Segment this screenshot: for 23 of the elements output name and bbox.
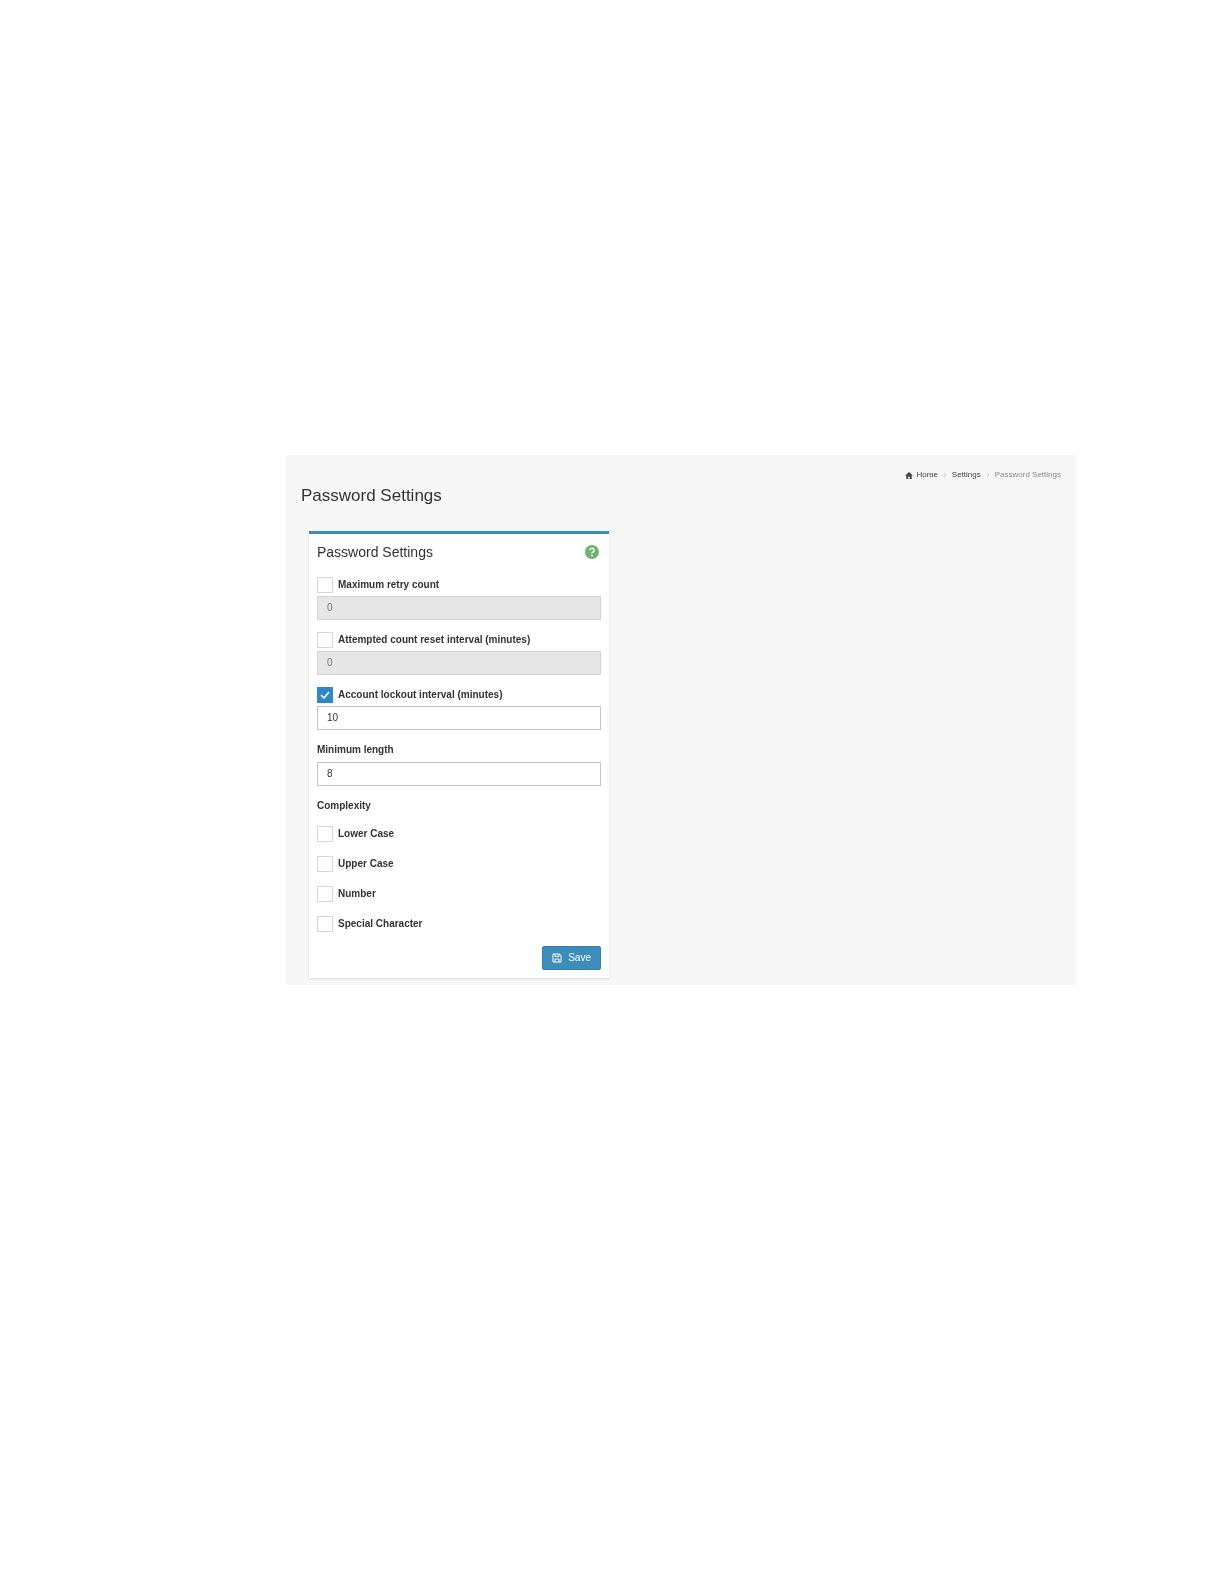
section-label: Complexity (317, 798, 372, 813)
field-label: Attempted count reset interval (minutes) (338, 633, 531, 647)
option-label: Number (338, 887, 376, 901)
chevron-icon (942, 472, 947, 478)
breadcrumb-link[interactable]: Settings (951, 469, 981, 481)
home-link[interactable]: Home (905, 469, 938, 481)
breadcrumb-current: Password Settings (994, 469, 1061, 481)
input-field[interactable]: 8 (317, 761, 601, 786)
field-label: Maximum retry count (338, 578, 440, 592)
option-label: Upper Case (338, 857, 394, 871)
home-icon (905, 471, 914, 479)
chevron-icon (985, 472, 990, 478)
card-title: Password Settings (317, 542, 433, 562)
page-title: Password Settings (301, 485, 443, 507)
checkmark-icon (320, 690, 330, 699)
field-label: Account lockout interval (minutes) (338, 688, 503, 702)
help-icon[interactable] (585, 545, 599, 559)
save-button[interactable]: Save (542, 945, 601, 970)
input-field[interactable]: 10 (317, 705, 601, 730)
field-label: Minimum length (317, 742, 395, 757)
option-label: Special Character (338, 917, 423, 931)
checkbox[interactable] (317, 686, 333, 703)
option-label: Lower Case (338, 827, 395, 841)
